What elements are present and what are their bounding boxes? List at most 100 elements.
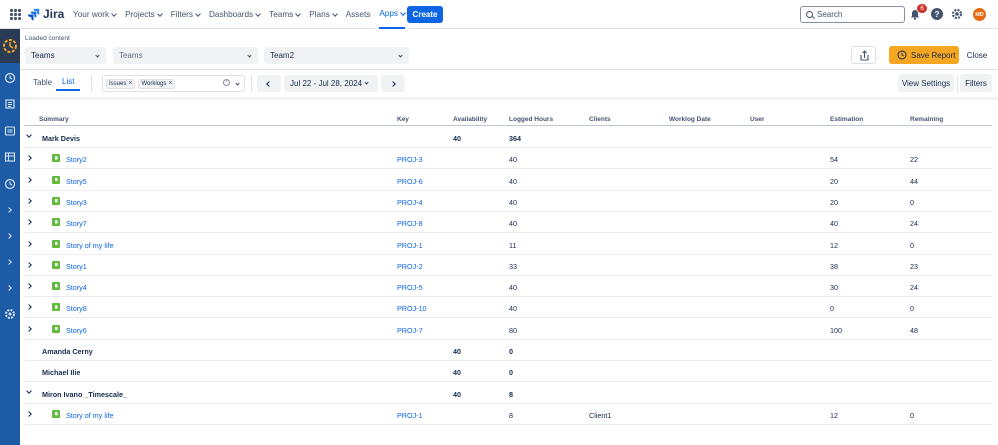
group-by-select[interactable]: Teams — [25, 47, 106, 64]
column-header-worklog-date[interactable]: Worklog Date — [669, 116, 711, 123]
expand-chevron-icon[interactable] — [26, 283, 32, 289]
chevron-right-icon[interactable] — [6, 259, 12, 265]
settings-gear-icon[interactable] — [951, 8, 963, 20]
row-key[interactable]: PROJ-6 — [397, 177, 423, 186]
table-row[interactable]: Story2 PROJ-3 40 54 22 — [24, 148, 992, 170]
row-summary[interactable]: Story1 — [66, 262, 87, 271]
row-key[interactable]: PROJ-2 — [397, 262, 423, 271]
chevron-right-icon[interactable] — [6, 285, 12, 291]
group-row[interactable]: Amanda Cerny 40 0 — [24, 340, 992, 361]
row-summary[interactable]: Story6 — [66, 326, 87, 335]
tab-list[interactable]: List — [56, 74, 81, 91]
collapse-chevron-icon[interactable] — [26, 132, 32, 138]
table-row[interactable]: Story6 PROJ-7 80 100 48 — [24, 319, 992, 340]
row-summary[interactable]: Story7 — [66, 219, 87, 228]
column-header-estimation[interactable]: Estimation — [830, 116, 863, 123]
chevron-right-icon[interactable] — [6, 207, 12, 213]
row-summary[interactable]: Story3 — [66, 198, 87, 207]
previous-week-button[interactable] — [257, 75, 281, 92]
table-row[interactable]: Story4 PROJ-5 40 30 24 — [24, 276, 992, 298]
row-key[interactable]: PROJ-3 — [397, 155, 423, 164]
view-settings-button[interactable]: View Settings — [898, 74, 954, 92]
teams-select[interactable]: Teams — [113, 47, 258, 64]
filters-button[interactable]: Filters — [960, 74, 992, 92]
board-icon[interactable] — [4, 151, 16, 163]
app-switcher-icon[interactable] — [10, 9, 21, 20]
data-type-multiselect[interactable]: Issues × Worklogs × × — [102, 75, 245, 92]
expand-chevron-icon[interactable] — [26, 411, 32, 417]
row-key[interactable]: PROJ-10 — [397, 304, 427, 313]
column-header-key[interactable]: Key — [397, 116, 409, 123]
row-key[interactable]: PROJ-5 — [397, 283, 423, 292]
expand-chevron-icon[interactable] — [26, 176, 32, 183]
report-icon[interactable] — [4, 125, 16, 137]
row-summary[interactable]: Story of my life — [66, 241, 114, 250]
clock-icon[interactable] — [4, 72, 16, 84]
remove-chip-icon[interactable]: × — [128, 80, 132, 87]
group-row[interactable]: Michael Ilie 40 0 — [24, 361, 992, 383]
expand-chevron-icon[interactable] — [26, 219, 32, 226]
row-summary[interactable]: Story8 — [66, 304, 87, 313]
list-icon[interactable] — [4, 98, 16, 110]
next-week-button[interactable] — [381, 75, 405, 92]
expand-chevron-icon[interactable] — [26, 198, 32, 204]
help-icon[interactable]: ? — [931, 8, 943, 20]
expand-chevron-icon[interactable] — [26, 325, 32, 332]
nav-item-teams[interactable]: Teams — [269, 0, 302, 29]
team-select[interactable]: Team2 — [264, 47, 409, 64]
jira-logo[interactable]: Jira — [27, 7, 64, 21]
notification-count-badge: 6 — [917, 4, 927, 13]
nav-item-filters[interactable]: Filters — [171, 0, 201, 29]
app-logo-icon[interactable] — [0, 29, 20, 63]
table-row[interactable]: Story of my life PROJ-1 11 12 0 — [24, 234, 992, 255]
column-header-summary[interactable]: Summary — [39, 116, 69, 123]
nav-item-apps[interactable]: Apps — [379, 0, 406, 29]
nav-item-projects[interactable]: Projects — [125, 0, 163, 29]
row-key[interactable]: PROJ-8 — [397, 219, 423, 228]
row-summary[interactable]: Story5 — [66, 177, 87, 186]
nav-item-assets[interactable]: Assets — [346, 0, 371, 29]
table-row[interactable]: Story3 PROJ-4 40 20 0 — [24, 191, 992, 212]
row-key[interactable]: PROJ-1 — [397, 411, 423, 420]
table-row[interactable]: Story8 PROJ-10 40 0 0 — [24, 297, 992, 319]
nav-item-your-work[interactable]: Your work — [73, 0, 117, 29]
clear-icon[interactable]: × — [223, 79, 230, 86]
row-summary[interactable]: Story of my life — [66, 411, 114, 420]
table-row[interactable]: Story of my life PROJ-1 8 Client1 12 0 — [24, 404, 992, 425]
chevron-down-icon[interactable] — [235, 81, 240, 86]
settings-gear-icon[interactable] — [4, 308, 16, 320]
remove-chip-icon[interactable]: × — [168, 80, 172, 87]
row-key[interactable]: PROJ-1 — [397, 241, 423, 250]
collapse-chevron-icon[interactable] — [26, 387, 32, 394]
history-icon[interactable] — [4, 178, 16, 190]
row-summary[interactable]: Story4 — [66, 283, 87, 292]
search-input[interactable]: Search — [800, 6, 905, 23]
share-button[interactable] — [851, 46, 876, 64]
column-header-user[interactable]: User — [750, 116, 764, 123]
chevron-right-icon[interactable] — [6, 233, 12, 239]
row-key[interactable]: PROJ-4 — [397, 198, 423, 207]
group-row[interactable]: Miron Ivano _Timescale_ 40 8 — [24, 383, 992, 404]
table-row[interactable]: Story7 PROJ-8 40 40 24 — [24, 212, 992, 234]
user-avatar[interactable]: MD — [973, 8, 986, 21]
expand-chevron-icon[interactable] — [26, 155, 32, 162]
row-key[interactable]: PROJ-7 — [397, 326, 423, 335]
group-row[interactable]: Mark Devis 40 364 — [24, 127, 992, 148]
date-range-picker[interactable]: Jul 22 - Jul 28, 2024 — [284, 75, 378, 92]
table-row[interactable]: Story1 PROJ-2 33 38 23 — [24, 255, 992, 276]
expand-chevron-icon[interactable] — [26, 261, 32, 268]
column-header-clients[interactable]: Clients — [589, 116, 611, 123]
save-report-button[interactable]: Save Report — [889, 46, 959, 64]
close-button[interactable]: Close — [962, 46, 992, 64]
row-summary[interactable]: Story2 — [66, 155, 87, 164]
table-row[interactable]: Story5 PROJ-6 40 20 44 — [24, 170, 992, 191]
nav-item-plans[interactable]: Plans — [309, 0, 338, 29]
create-button[interactable]: Create — [407, 6, 443, 23]
column-header-logged-hours[interactable]: Logged Hours — [509, 116, 553, 123]
expand-chevron-icon[interactable] — [26, 304, 32, 311]
tab-table[interactable]: Table — [27, 74, 58, 91]
expand-chevron-icon[interactable] — [26, 240, 32, 247]
nav-item-dashboards[interactable]: Dashboards — [209, 0, 261, 29]
column-header-availability[interactable]: Availability — [453, 116, 487, 123]
column-header-remaining[interactable]: Remaining — [910, 116, 943, 123]
